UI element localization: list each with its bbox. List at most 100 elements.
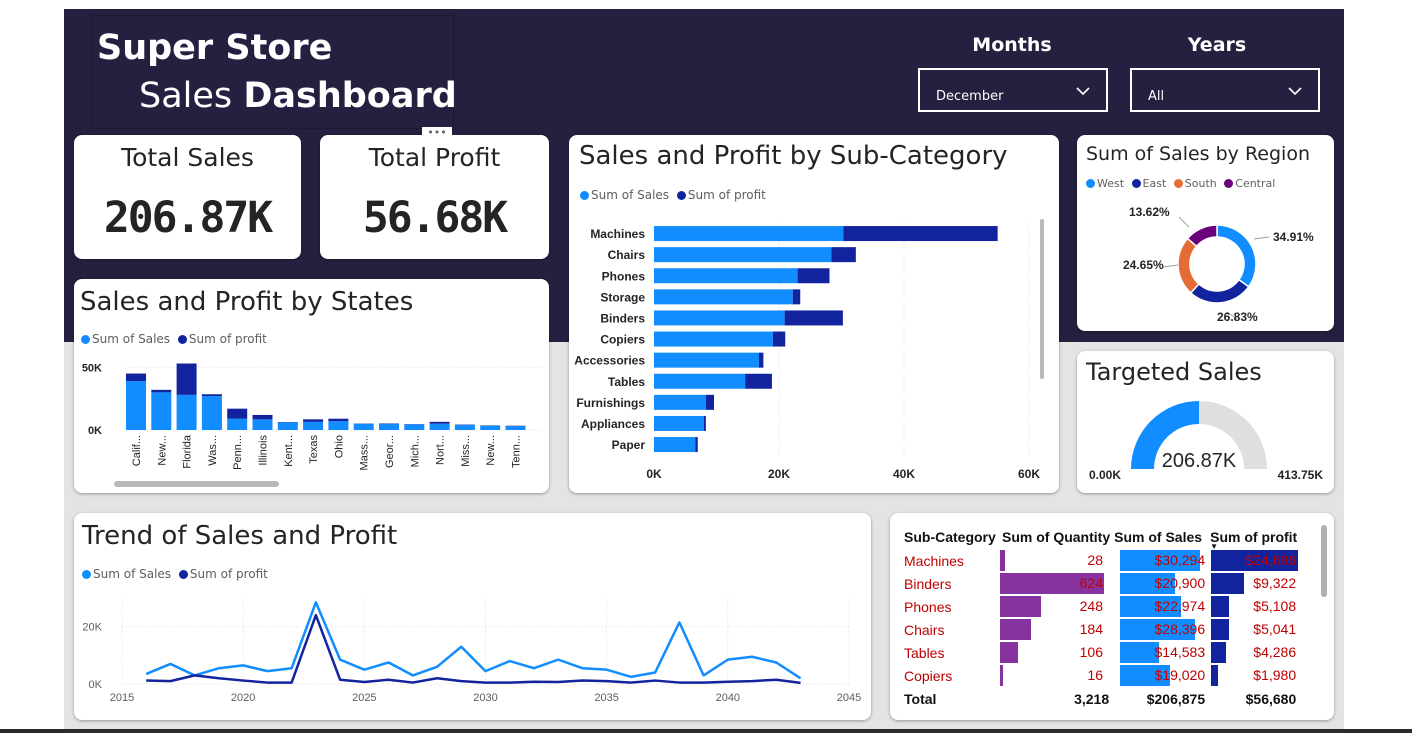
x-tick-label: Calif... — [131, 435, 143, 466]
region-donut-plot: 34.91% 26.83% 24.65% 13.62% — [1123, 205, 1314, 324]
bar-sales — [277, 422, 298, 430]
profit-cell: $5,041 — [1208, 618, 1299, 641]
bar-sales — [654, 415, 704, 431]
profit-value: $9,322 — [1253, 575, 1297, 591]
months-slicer-value: December — [936, 89, 1004, 104]
matrix-scrollbar[interactable] — [1321, 525, 1327, 597]
profit-cell: $4,286 — [1208, 641, 1299, 664]
profit-bar — [1211, 642, 1227, 663]
bar-profit — [843, 226, 998, 242]
more-options-icon[interactable]: ••• — [422, 127, 452, 143]
quantity-bar — [1000, 596, 1042, 617]
y-tick-label: Furnishings — [576, 396, 645, 410]
targeted-sales-card[interactable]: Targeted Sales 206.87K 0.00K 413.75K — [1077, 351, 1334, 493]
x-tick-label: Tenn... — [511, 435, 523, 468]
x-tick-label: 20K — [768, 467, 790, 481]
quantity-value: 184 — [1079, 621, 1103, 637]
x-tick-label: 0K — [646, 467, 662, 481]
x-tick-label: Ohio — [333, 435, 345, 458]
bar-sales — [126, 381, 146, 430]
x-tick-label: 2040 — [716, 692, 740, 704]
table-row[interactable]: Copiers 16 $19,020 $1,980 — [902, 664, 1299, 687]
x-tick-label: 60K — [1018, 467, 1040, 481]
trend-chart-card[interactable]: Trend of Sales and Profit Sum of Sales S… — [74, 513, 871, 720]
y-tick-label: Tables — [608, 375, 645, 389]
subcategory-chart-card[interactable]: Sales and Profit by Sub-Category Sum of … — [569, 135, 1059, 493]
total-profit-value: 56.68K — [362, 193, 508, 243]
bar-sales — [654, 226, 844, 242]
months-slicer[interactable]: December — [918, 68, 1108, 112]
data-label: 24.65% — [1123, 258, 1164, 272]
total-profit-card[interactable]: Total Profit 56.68K — [320, 135, 549, 259]
column-header-quantity[interactable]: Sum of Quantity — [1000, 525, 1112, 549]
bar-sales — [454, 424, 475, 430]
bar-profit — [695, 437, 698, 453]
donut-slice — [1186, 224, 1218, 248]
subcategory-cell: Chairs — [904, 621, 945, 638]
profit-cell: $24,686 — [1208, 549, 1299, 572]
horizontal-scrollbar — [114, 481, 279, 487]
subcategory-cell: Phones — [904, 598, 952, 615]
gauge-max-label: 413.75K — [1278, 468, 1324, 482]
column-header-subcategory[interactable]: Sub-Category — [902, 525, 1000, 549]
quantity-value: 28 — [1087, 552, 1103, 568]
bar-sales — [654, 247, 832, 263]
quantity-cell: 106 — [1000, 641, 1112, 664]
states-chart-plot: 0K 50K Calif... New... Florida Was... Penn... I… — [82, 362, 542, 487]
quantity-value: 624 — [1079, 575, 1103, 591]
y-tick-label: Accessories — [574, 354, 645, 368]
bar-sales — [353, 423, 374, 430]
profit-value: $5,108 — [1253, 598, 1297, 614]
gauge-value-label: 206.87K — [1162, 450, 1237, 472]
bar-profit — [772, 331, 786, 347]
data-label: 13.62% — [1129, 205, 1170, 219]
x-tick-label: Texas — [308, 435, 320, 464]
bar-sales — [201, 396, 222, 430]
x-tick-label: 2035 — [594, 692, 618, 704]
y-tick-label: 20K — [82, 622, 102, 634]
total-label: Total — [904, 690, 937, 707]
table-row[interactable]: Chairs 184 $28,396 $5,041 — [902, 618, 1299, 641]
years-slicer-value: All — [1148, 89, 1165, 104]
table-row[interactable]: Phones 248 $22,974 $5,108 — [902, 595, 1299, 618]
subcategory-cell: Copiers — [904, 667, 953, 684]
bar-profit — [759, 352, 764, 368]
bar-profit — [328, 418, 349, 422]
x-tick-label: Nort... — [435, 435, 447, 465]
quantity-bar — [1000, 642, 1018, 663]
table-row[interactable]: Binders 624 $20,900 $9,322 — [902, 572, 1299, 595]
column-header-profit[interactable]: Sum of profit ▼ — [1208, 525, 1299, 551]
y-tick-label: Machines — [590, 227, 645, 241]
bar-sales — [303, 421, 324, 430]
bar-profit — [792, 289, 801, 305]
subcategory-matrix-card[interactable]: Sub-Category Sum of Quantity Sum of Sale… — [890, 513, 1334, 720]
bar-sales — [654, 310, 785, 326]
quantity-cell: 28 — [1000, 549, 1112, 572]
quantity-bar — [1000, 619, 1031, 640]
bar-sales — [654, 373, 746, 389]
leader-line — [1162, 264, 1179, 268]
quantity-value: 106 — [1079, 644, 1103, 660]
bar-sales — [654, 268, 798, 284]
table-row[interactable]: Tables 106 $14,583 $4,286 — [902, 641, 1299, 664]
subcategory-cell: Tables — [904, 644, 945, 661]
table-row[interactable]: Machines 28 $30,294 $24,686 — [902, 549, 1299, 572]
bar-sales — [654, 289, 793, 305]
sales-value: $19,020 — [1154, 667, 1206, 683]
profit-value: $1,980 — [1253, 667, 1297, 683]
chevron-down-icon — [1076, 87, 1090, 96]
leader-line — [1253, 236, 1270, 240]
dashboard-title: Super Store Sales Dashboard — [92, 15, 457, 129]
years-slicer[interactable]: All — [1130, 68, 1320, 112]
x-tick-label: 2015 — [110, 692, 134, 704]
y-tick-label: 0K — [88, 425, 102, 437]
region-chart-card[interactable]: Sum of Sales by Region West East South C… — [1077, 135, 1334, 331]
y-tick-label: Phones — [602, 269, 646, 283]
total-sales-card[interactable]: Total Sales 206.87K — [74, 135, 301, 259]
x-tick-label: Geor... — [384, 435, 396, 468]
profit-bar — [1211, 573, 1244, 594]
states-chart-card[interactable]: Sales and Profit by States Sum of Sales … — [74, 279, 549, 493]
bar-sales — [404, 424, 425, 430]
sales-cell: $30,294 — [1112, 549, 1208, 572]
column-header-sales[interactable]: Sum of Sales — [1112, 525, 1208, 549]
